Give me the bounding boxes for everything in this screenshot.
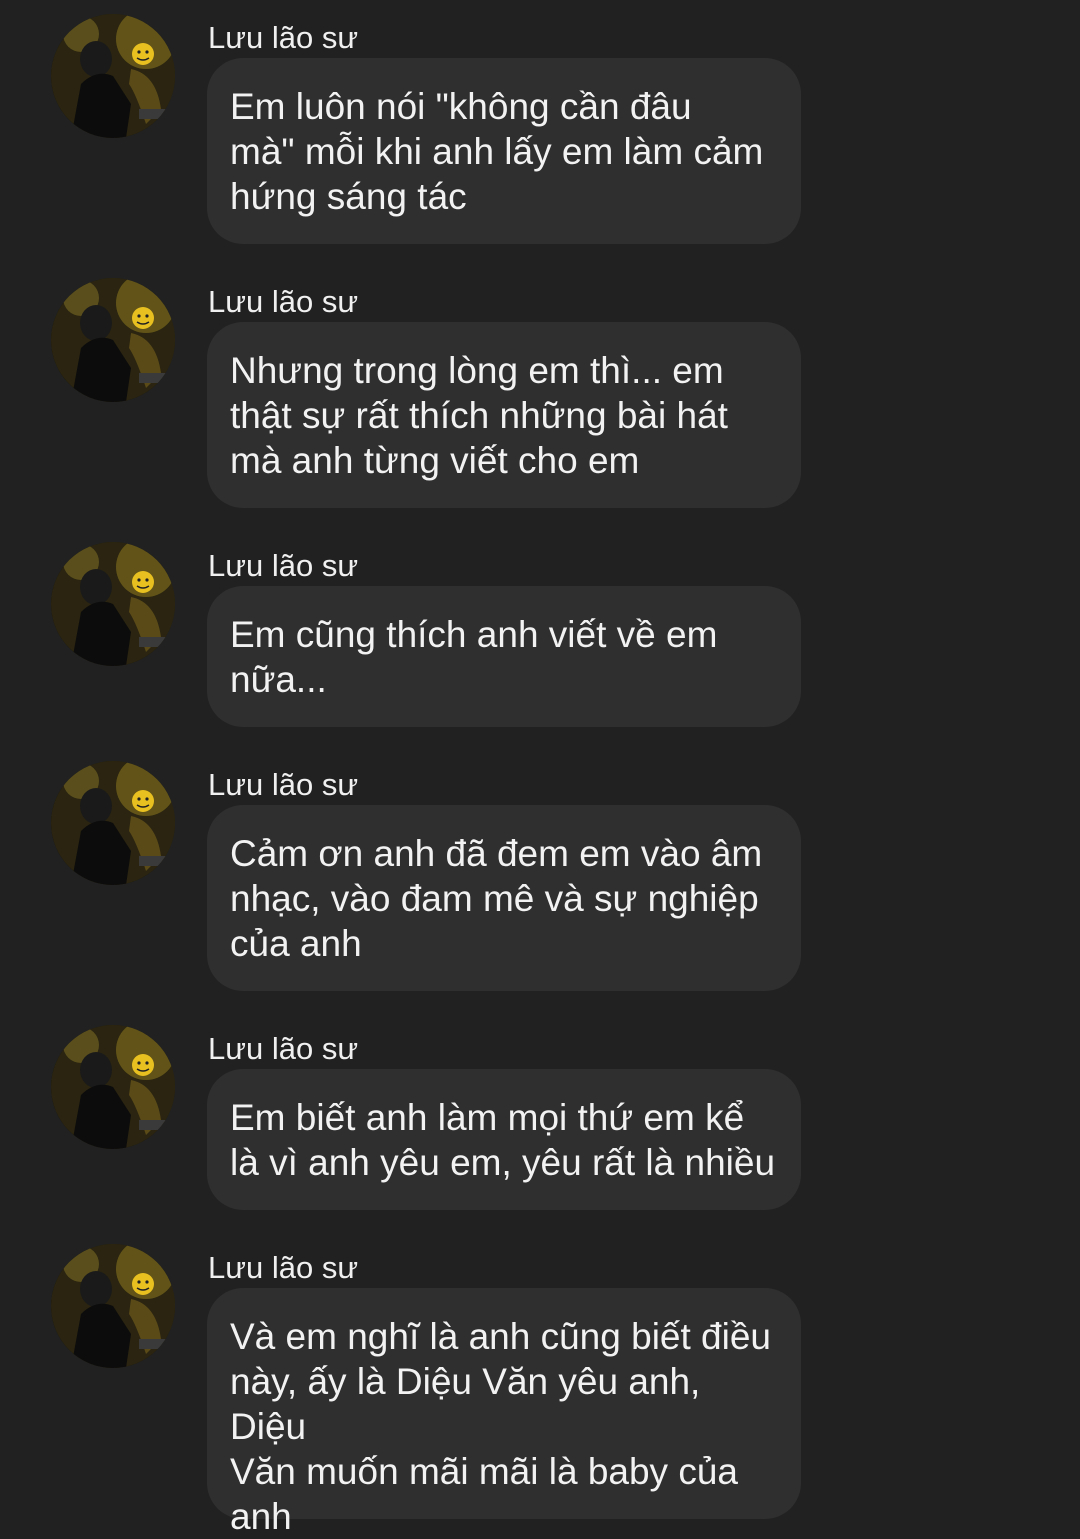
avatar[interactable] <box>51 1025 175 1149</box>
avatar[interactable] <box>51 278 175 402</box>
message-bubble[interactable]: Cảm ơn anh đã đem em vào âm nhạc, vào đa… <box>207 805 801 991</box>
sender-name: Lưu lão sư <box>208 20 359 55</box>
sender-name: Lưu lão sư <box>208 767 359 802</box>
message-text: Cảm ơn anh đã đem em vào âm nhạc, vào đa… <box>230 833 763 964</box>
message-bubble[interactable]: Và em nghĩ là anh cũng biết điều này, ấy… <box>207 1288 801 1537</box>
avatar[interactable] <box>51 14 175 138</box>
profile-photo-icon <box>51 1025 175 1149</box>
message-bubble[interactable]: Em cũng thích anh viết về em nữa... <box>207 586 801 727</box>
profile-photo-icon <box>51 761 175 885</box>
profile-photo-icon <box>51 14 175 138</box>
avatar[interactable] <box>51 1244 175 1368</box>
sender-name: Lưu lão sư <box>208 1250 359 1285</box>
message-text: Em cũng thích anh viết về em nữa... <box>230 614 718 700</box>
message-bubble[interactable]: Nhưng trong lòng em thì... em thật sự rấ… <box>207 322 801 508</box>
message-bubble[interactable]: Em biết anh làm mọi thứ em kể là vì anh … <box>207 1069 801 1210</box>
sender-name: Lưu lão sư <box>208 1031 359 1066</box>
message-text: Em luôn nói "không cần đâu mà" mỗi khi a… <box>230 86 764 217</box>
sender-name: Lưu lão sư <box>208 284 359 319</box>
message-text: Nhưng trong lòng em thì... em thật sự rấ… <box>230 350 728 481</box>
avatar[interactable] <box>51 761 175 885</box>
avatar[interactable] <box>51 542 175 666</box>
message-text: Em biết anh làm mọi thứ em kể là vì anh … <box>230 1097 776 1183</box>
profile-photo-icon <box>51 278 175 402</box>
message-text: Và em nghĩ là anh cũng biết điều này, ấy… <box>230 1316 771 1537</box>
profile-photo-icon <box>51 542 175 666</box>
profile-photo-icon <box>51 1244 175 1368</box>
sender-name: Lưu lão sư <box>208 548 359 583</box>
message-bubble[interactable]: Em luôn nói "không cần đâu mà" mỗi khi a… <box>207 58 801 244</box>
